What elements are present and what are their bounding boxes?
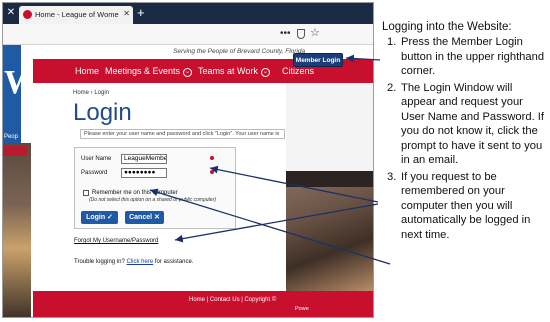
step-number: 1. xyxy=(387,36,397,48)
login-guide: Logging into the Website: 1. Press the Me… xyxy=(382,20,548,244)
username-label: User Name xyxy=(81,156,112,162)
forgot-password-link[interactable]: Forgot My Username/Password xyxy=(74,237,158,246)
window-close-icon[interactable]: ✕ xyxy=(5,6,17,20)
guide-step: 1. Press the Member Login button in the u… xyxy=(382,35,548,79)
cancel-button[interactable]: Cancel ✕ xyxy=(125,211,164,224)
required-indicator xyxy=(210,156,214,160)
site-left-band xyxy=(3,146,27,156)
login-button[interactable]: Login ✓ xyxy=(81,211,118,224)
step-number: 3. xyxy=(387,170,397,183)
browser-tab-bar: ✕ Home - League of Women Vot ✕ + xyxy=(3,3,373,24)
assistance-link[interactable]: Click here xyxy=(126,259,153,265)
required-indicator xyxy=(210,170,214,174)
login-instructions: Please enter your user name and password… xyxy=(80,129,285,139)
nav-teams-label: Teams at Work xyxy=(198,66,258,76)
guide-step: 2. The Login Window will appear and reque… xyxy=(382,81,548,168)
step-text: The Login Window will appear and request… xyxy=(401,81,545,167)
trouble-prefix: Trouble logging in? xyxy=(74,259,127,265)
site-side-panel xyxy=(286,83,373,171)
bookmark-star-icon[interactable]: ☆ xyxy=(310,27,320,40)
new-tab-button[interactable]: + xyxy=(137,4,145,21)
member-login-button[interactable]: Member Login xyxy=(293,53,343,67)
favicon-icon xyxy=(23,10,32,19)
page-actions-menu-icon[interactable]: ••• xyxy=(280,28,291,40)
username-field[interactable]: LeagueMember xyxy=(121,154,167,164)
guide-heading: Logging into the Website: xyxy=(382,21,512,33)
breadcrumb: Home › Login xyxy=(73,90,110,96)
site-left-text-fragment: Peop xyxy=(4,134,19,140)
site-photo-left xyxy=(3,143,31,317)
nav-meetings-events[interactable]: Meetings & Events ⌄ xyxy=(105,65,193,77)
site-photo-strip xyxy=(286,171,373,187)
footer-links[interactable]: Home | Contact Us | Copyright © xyxy=(189,296,276,305)
trouble-suffix: for assistance. xyxy=(153,259,194,265)
nav-home[interactable]: Home xyxy=(75,65,99,77)
tab-title: Home - League of Women Vot xyxy=(35,10,119,19)
guide-steps: 1. Press the Member Login button in the u… xyxy=(382,35,548,242)
nav-meetings-label: Meetings & Events xyxy=(105,66,181,76)
site-tagline: Serving the People of Brevard County, Fl… xyxy=(173,48,306,55)
step-number: 2. xyxy=(387,81,397,94)
footer-powered-text: Powe xyxy=(295,306,309,312)
trouble-text: Trouble logging in? Click here for assis… xyxy=(74,258,194,267)
site-photo-right xyxy=(286,171,373,291)
page-title: Login xyxy=(73,99,132,126)
password-label: Password xyxy=(81,170,108,176)
nav-home-label: Home xyxy=(75,66,100,76)
chevron-down-icon: ⌄ xyxy=(183,68,193,77)
password-field[interactable]: ●●●●●●●● xyxy=(121,168,167,178)
login-form: User Name LeagueMember Password ●●●●●●●●… xyxy=(74,147,236,229)
browser-screenshot: ✕ Home - League of Women Vot ✕ + ••• ☆ W… xyxy=(2,2,374,318)
guide-step: 3. If you request to be remembered on you… xyxy=(382,170,548,243)
step-text: Press the Member Login button in the upp… xyxy=(401,36,545,77)
browser-tab[interactable]: Home - League of Women Vot ✕ xyxy=(19,6,133,24)
chevron-down-icon: ⌄ xyxy=(260,68,270,77)
remember-me-note: (Do not select this option on a shared o… xyxy=(89,197,217,203)
site-footer: Home | Contact Us | Copyright © Powe xyxy=(33,291,373,317)
nav-teams-at-work[interactable]: Teams at Work ⌄ xyxy=(198,65,270,77)
login-page: Home › Login Login Please enter your use… xyxy=(61,83,285,291)
tab-close-icon[interactable]: ✕ xyxy=(123,8,130,20)
step-text: If you request to be remembered on your … xyxy=(401,170,531,241)
pocket-icon[interactable] xyxy=(297,29,305,39)
browser-toolbar: ••• ☆ xyxy=(3,24,373,45)
